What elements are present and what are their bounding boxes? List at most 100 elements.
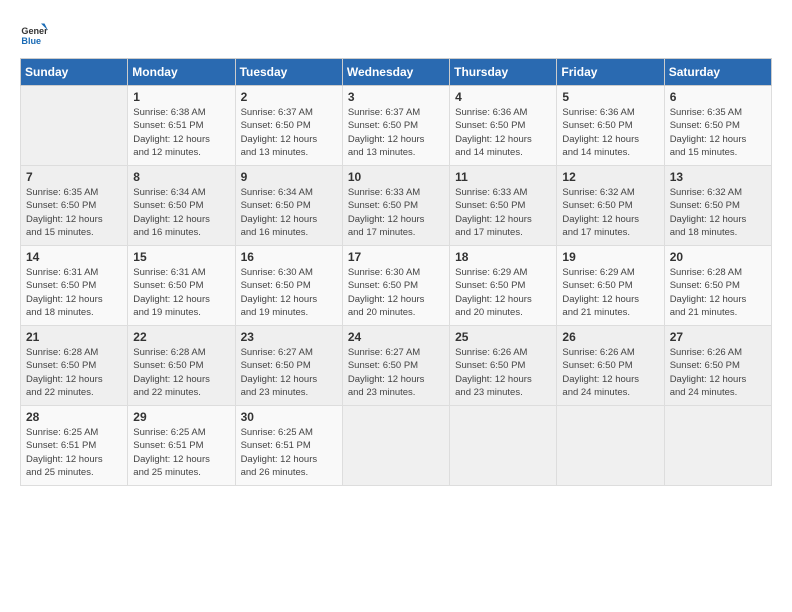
day-cell (21, 86, 128, 166)
day-cell: 9 Sunrise: 6:34 AMSunset: 6:50 PMDaylight… (235, 166, 342, 246)
day-info: Sunrise: 6:38 AMSunset: 6:51 PMDaylight:… (133, 106, 229, 159)
day-info: Sunrise: 6:33 AMSunset: 6:50 PMDaylight:… (348, 186, 444, 239)
week-row-3: 14 Sunrise: 6:31 AMSunset: 6:50 PMDayligh… (21, 246, 772, 326)
day-cell: 28 Sunrise: 6:25 AMSunset: 6:51 PMDayligh… (21, 406, 128, 486)
day-info: Sunrise: 6:34 AMSunset: 6:50 PMDaylight:… (241, 186, 337, 239)
day-info: Sunrise: 6:31 AMSunset: 6:50 PMDaylight:… (26, 266, 122, 319)
day-cell: 10 Sunrise: 6:33 AMSunset: 6:50 PMDayligh… (342, 166, 449, 246)
day-info: Sunrise: 6:34 AMSunset: 6:50 PMDaylight:… (133, 186, 229, 239)
day-number: 2 (241, 90, 337, 104)
day-number: 24 (348, 330, 444, 344)
day-cell: 20Sunrise: 6:28 AMSunset: 6:50 PMDayligh… (664, 246, 771, 326)
header-sunday: Sunday (21, 59, 128, 86)
header-friday: Friday (557, 59, 664, 86)
day-cell: 23 Sunrise: 6:27 AMSunset: 6:50 PMDayligh… (235, 326, 342, 406)
day-info: Sunrise: 6:26 AMSunset: 6:50 PMDaylight:… (455, 346, 551, 399)
day-info: Sunrise: 6:35 AMSunset: 6:50 PMDaylight:… (26, 186, 122, 239)
day-info: Sunrise: 6:35 AMSunset: 6:50 PMDaylight:… (670, 106, 766, 159)
day-cell: 26 Sunrise: 6:26 AMSunset: 6:50 PMDayligh… (557, 326, 664, 406)
day-number: 14 (26, 250, 122, 264)
day-cell: 5Sunrise: 6:36 AMSunset: 6:50 PMDaylight… (557, 86, 664, 166)
day-cell: 8 Sunrise: 6:34 AMSunset: 6:50 PMDaylight… (128, 166, 235, 246)
day-info: Sunrise: 6:26 AMSunset: 6:50 PMDaylight:… (562, 346, 658, 399)
day-cell (664, 406, 771, 486)
day-number: 16 (241, 250, 337, 264)
day-number: 26 (562, 330, 658, 344)
day-cell: 7 Sunrise: 6:35 AMSunset: 6:50 PMDaylight… (21, 166, 128, 246)
day-info: Sunrise: 6:27 AMSunset: 6:50 PMDaylight:… (241, 346, 337, 399)
day-number: 15 (133, 250, 229, 264)
day-cell: 4Sunrise: 6:36 AMSunset: 6:50 PMDaylight… (450, 86, 557, 166)
day-number: 25 (455, 330, 551, 344)
day-number: 17 (348, 250, 444, 264)
day-info: Sunrise: 6:28 AMSunset: 6:50 PMDaylight:… (26, 346, 122, 399)
day-number: 13 (670, 170, 766, 184)
header-saturday: Saturday (664, 59, 771, 86)
logo-icon: General Blue (20, 20, 48, 48)
day-info: Sunrise: 6:28 AMSunset: 6:50 PMDaylight:… (133, 346, 229, 399)
day-number: 6 (670, 90, 766, 104)
day-info: Sunrise: 6:37 AMSunset: 6:50 PMDaylight:… (348, 106, 444, 159)
day-cell: 12Sunrise: 6:32 AMSunset: 6:50 PMDayligh… (557, 166, 664, 246)
day-cell (342, 406, 449, 486)
calendar-table: SundayMondayTuesdayWednesdayThursdayFrid… (20, 58, 772, 486)
day-info: Sunrise: 6:28 AMSunset: 6:50 PMDaylight:… (670, 266, 766, 319)
day-cell: 1 Sunrise: 6:38 AMSunset: 6:51 PMDaylight… (128, 86, 235, 166)
day-info: Sunrise: 6:36 AMSunset: 6:50 PMDaylight:… (455, 106, 551, 159)
header-tuesday: Tuesday (235, 59, 342, 86)
day-cell: 21 Sunrise: 6:28 AMSunset: 6:50 PMDayligh… (21, 326, 128, 406)
day-cell: 16 Sunrise: 6:30 AMSunset: 6:50 PMDayligh… (235, 246, 342, 326)
header-thursday: Thursday (450, 59, 557, 86)
day-info: Sunrise: 6:26 AMSunset: 6:50 PMDaylight:… (670, 346, 766, 399)
header-monday: Monday (128, 59, 235, 86)
day-info: Sunrise: 6:29 AMSunset: 6:50 PMDaylight:… (562, 266, 658, 319)
day-cell: 6 Sunrise: 6:35 AMSunset: 6:50 PMDaylight… (664, 86, 771, 166)
day-number: 11 (455, 170, 551, 184)
day-number: 8 (133, 170, 229, 184)
day-cell (450, 406, 557, 486)
day-info: Sunrise: 6:25 AMSunset: 6:51 PMDaylight:… (26, 426, 122, 479)
day-cell: 24Sunrise: 6:27 AMSunset: 6:50 PMDayligh… (342, 326, 449, 406)
day-info: Sunrise: 6:30 AMSunset: 6:50 PMDaylight:… (241, 266, 337, 319)
day-info: Sunrise: 6:37 AMSunset: 6:50 PMDaylight:… (241, 106, 337, 159)
day-number: 18 (455, 250, 551, 264)
week-row-4: 21 Sunrise: 6:28 AMSunset: 6:50 PMDayligh… (21, 326, 772, 406)
day-number: 21 (26, 330, 122, 344)
day-number: 23 (241, 330, 337, 344)
day-cell: 3 Sunrise: 6:37 AMSunset: 6:50 PMDaylight… (342, 86, 449, 166)
day-info: Sunrise: 6:25 AMSunset: 6:51 PMDaylight:… (133, 426, 229, 479)
day-cell: 25 Sunrise: 6:26 AMSunset: 6:50 PMDayligh… (450, 326, 557, 406)
day-number: 7 (26, 170, 122, 184)
header-row: SundayMondayTuesdayWednesdayThursdayFrid… (21, 59, 772, 86)
day-cell (557, 406, 664, 486)
svg-text:Blue: Blue (21, 36, 41, 46)
day-number: 10 (348, 170, 444, 184)
day-info: Sunrise: 6:29 AMSunset: 6:50 PMDaylight:… (455, 266, 551, 319)
day-cell: 2 Sunrise: 6:37 AMSunset: 6:50 PMDaylight… (235, 86, 342, 166)
day-number: 1 (133, 90, 229, 104)
day-cell: 27Sunrise: 6:26 AMSunset: 6:50 PMDayligh… (664, 326, 771, 406)
day-cell: 18 Sunrise: 6:29 AMSunset: 6:50 PMDayligh… (450, 246, 557, 326)
day-number: 5 (562, 90, 658, 104)
day-cell: 13Sunrise: 6:32 AMSunset: 6:50 PMDayligh… (664, 166, 771, 246)
day-number: 30 (241, 410, 337, 424)
day-number: 29 (133, 410, 229, 424)
day-info: Sunrise: 6:31 AMSunset: 6:50 PMDaylight:… (133, 266, 229, 319)
day-cell: 17 Sunrise: 6:30 AMSunset: 6:50 PMDayligh… (342, 246, 449, 326)
day-number: 12 (562, 170, 658, 184)
day-number: 22 (133, 330, 229, 344)
day-number: 9 (241, 170, 337, 184)
day-info: Sunrise: 6:33 AMSunset: 6:50 PMDaylight:… (455, 186, 551, 239)
week-row-5: 28 Sunrise: 6:25 AMSunset: 6:51 PMDayligh… (21, 406, 772, 486)
day-number: 28 (26, 410, 122, 424)
day-info: Sunrise: 6:30 AMSunset: 6:50 PMDaylight:… (348, 266, 444, 319)
day-cell: 14 Sunrise: 6:31 AMSunset: 6:50 PMDayligh… (21, 246, 128, 326)
day-cell: 29 Sunrise: 6:25 AMSunset: 6:51 PMDayligh… (128, 406, 235, 486)
week-row-2: 7 Sunrise: 6:35 AMSunset: 6:50 PMDaylight… (21, 166, 772, 246)
day-number: 3 (348, 90, 444, 104)
day-cell: 19Sunrise: 6:29 AMSunset: 6:50 PMDayligh… (557, 246, 664, 326)
day-cell: 11 Sunrise: 6:33 AMSunset: 6:50 PMDayligh… (450, 166, 557, 246)
week-row-1: 1 Sunrise: 6:38 AMSunset: 6:51 PMDaylight… (21, 86, 772, 166)
page-header: General Blue (20, 20, 772, 48)
header-wednesday: Wednesday (342, 59, 449, 86)
